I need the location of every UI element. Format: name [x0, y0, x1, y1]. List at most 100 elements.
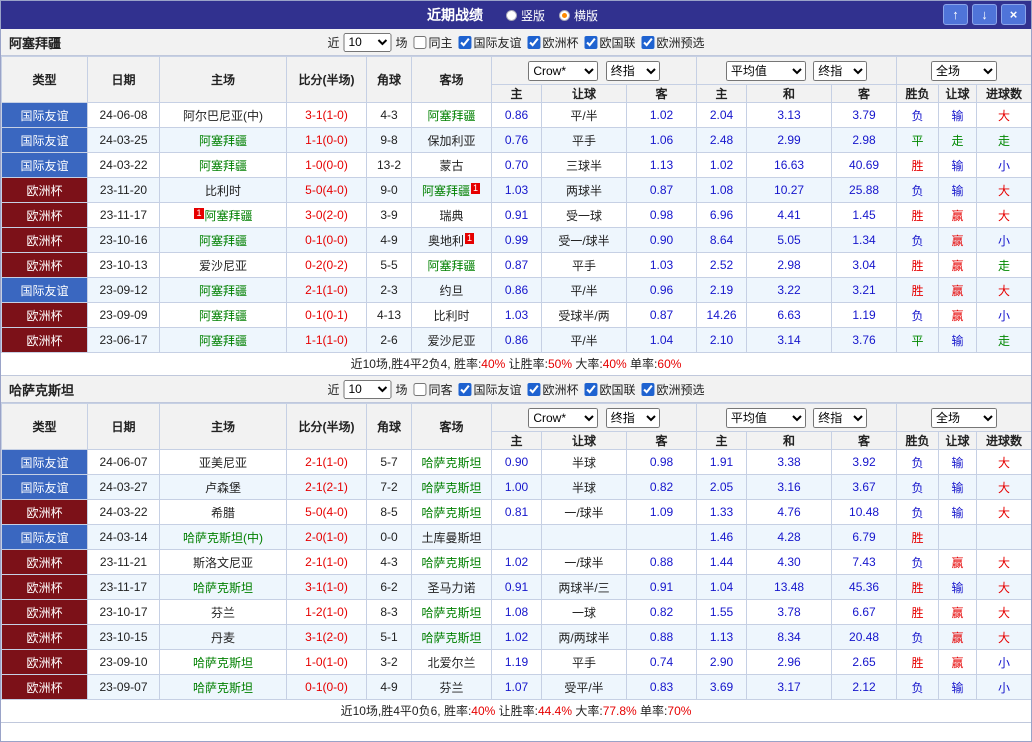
match-type-cell: 欧洲杯: [2, 650, 88, 675]
home-team-cell: 阿尔巴尼亚(中): [160, 103, 287, 128]
match-row: 欧洲杯23-10-13爱沙尼亚0-2(0-2)5-5阿塞拜疆0.87平手1.03…: [2, 253, 1032, 278]
league-checkbox-nations[interactable]: 欧国联: [585, 34, 636, 51]
match-date-cell: 23-09-10: [88, 650, 160, 675]
summary-label: 大率:: [572, 704, 603, 718]
league-checkbox-qualifiers[interactable]: 欧洲预选: [642, 34, 705, 51]
avg-final-select[interactable]: 终指: [813, 61, 867, 81]
red-card-badge: 1: [194, 208, 203, 219]
odds-home-cell: 0.86: [492, 278, 542, 303]
corner-cell: 5-5: [367, 253, 412, 278]
close-button[interactable]: ×: [1001, 4, 1026, 25]
odds-away-cell: 1.09: [627, 500, 697, 525]
match-type-cell: 欧洲杯: [2, 203, 88, 228]
same-venue-checkbox[interactable]: 同客: [413, 381, 452, 398]
layout-vertical-radio[interactable]: 竖版: [506, 7, 545, 24]
same-venue-checkbox[interactable]: 同主: [413, 34, 452, 51]
team-name: 芬兰: [439, 681, 463, 695]
league-nations-input[interactable]: [585, 383, 598, 396]
avg-draw-cell: 5.05: [747, 228, 832, 253]
avg-source-select[interactable]: 平均值: [726, 408, 806, 428]
league-checkbox-euro[interactable]: 欧洲杯: [528, 381, 579, 398]
match-date-cell: 24-03-22: [88, 500, 160, 525]
match-date-cell: 23-11-20: [88, 178, 160, 203]
odds-source-select[interactable]: Crow*: [528, 408, 598, 428]
league-checkbox-euro[interactable]: 欧洲杯: [528, 34, 579, 51]
league-checkbox-qualifiers[interactable]: 欧洲预选: [642, 381, 705, 398]
odds-final-select[interactable]: 终指: [606, 61, 660, 81]
handicap-cell: 半球: [542, 475, 627, 500]
summary-value: 44.4%: [538, 704, 572, 718]
result-goals-cell: [977, 525, 1032, 550]
team-name: 哈萨克斯坦: [421, 456, 481, 470]
scope-group-header: 全场: [897, 404, 1032, 432]
league-friendly-input[interactable]: [458, 383, 471, 396]
corner-cell: 8-3: [367, 600, 412, 625]
avg-source-select[interactable]: 平均值: [726, 61, 806, 81]
avg-away-cell: 3.92: [832, 450, 897, 475]
odds-source-select[interactable]: Crow*: [528, 61, 598, 81]
league-euro-input[interactable]: [528, 383, 541, 396]
avg-away-cell: 2.65: [832, 650, 897, 675]
scope-select[interactable]: 全场: [931, 408, 997, 428]
corner-cell: 3-9: [367, 203, 412, 228]
result-handicap-cell: 输: [939, 328, 977, 353]
league-qualifiers-input[interactable]: [642, 36, 655, 49]
team-name: 保加利亚: [427, 134, 475, 148]
match-row: 欧洲杯23-10-15丹麦3-1(2-0)5-1哈萨克斯坦1.02两/两球半0.…: [2, 625, 1032, 650]
titlebar-buttons: ↑ ↓ ×: [943, 4, 1026, 25]
avg-away-cell: 3.21: [832, 278, 897, 303]
score-cell: 1-1(1-0): [287, 328, 367, 353]
match-date-cell: 24-03-14: [88, 525, 160, 550]
match-count-select[interactable]: 10: [343, 33, 391, 52]
home-team-cell: 爱沙尼亚: [160, 253, 287, 278]
section-header: 哈萨克斯坦 近 10 场 同客 国际友谊 欧洲杯 欧国联 欧洲预选: [1, 376, 1031, 403]
subcol-odds-home: 主: [492, 432, 542, 450]
results-table-body: 国际友谊24-06-07亚美尼亚2-1(1-0)5-7哈萨克斯坦0.90半球0.…: [2, 450, 1032, 700]
team-name: 阿塞拜疆: [199, 234, 247, 248]
avg-home-cell: 2.05: [697, 475, 747, 500]
handicap-cell: 平手: [542, 128, 627, 153]
scope-select[interactable]: 全场: [931, 61, 997, 81]
match-row: 欧洲杯23-11-171阿塞拜疆3-0(2-0)3-9瑞典0.91受一球0.98…: [2, 203, 1032, 228]
score-cell: 3-1(1-0): [287, 575, 367, 600]
odds-home-cell: 0.91: [492, 203, 542, 228]
move-up-button[interactable]: ↑: [943, 4, 968, 25]
corner-cell: 7-2: [367, 475, 412, 500]
red-card-badge: 1: [465, 233, 474, 244]
handicap-cell: 平/半: [542, 328, 627, 353]
avg-final-select[interactable]: 终指: [813, 408, 867, 428]
league-qualifiers-input[interactable]: [642, 383, 655, 396]
match-row: 国际友谊23-09-12阿塞拜疆2-1(1-0)2-3约旦0.86平/半0.96…: [2, 278, 1032, 303]
result-goals-cell: 大: [977, 450, 1032, 475]
league-euro-input[interactable]: [528, 36, 541, 49]
league-checkbox-friendly[interactable]: 国际友谊: [458, 34, 521, 51]
league-checkbox-friendly[interactable]: 国际友谊: [458, 381, 521, 398]
odds-away-cell: 0.74: [627, 650, 697, 675]
recent-results-window: 近期战绩 竖版 横版 ↑ ↓ × 阿塞拜疆 近 10 场 同主 国际友谊 欧洲杯…: [0, 0, 1032, 742]
team-name: 阿塞拜疆: [199, 334, 247, 348]
away-team-cell: 保加利亚: [412, 128, 492, 153]
col-type: 类型: [2, 57, 88, 103]
result-goals-cell: 大: [977, 500, 1032, 525]
score-cell: 1-0(0-0): [287, 153, 367, 178]
match-row: 国际友谊24-03-14哈萨克斯坦(中)2-0(1-0)0-0土库曼斯坦1.46…: [2, 525, 1032, 550]
same-venue-input[interactable]: [413, 36, 426, 49]
layout-horizontal-radio[interactable]: 横版: [559, 7, 598, 24]
avg-away-cell: 3.67: [832, 475, 897, 500]
match-date-cell: 23-09-09: [88, 303, 160, 328]
match-row: 国际友谊24-06-07亚美尼亚2-1(1-0)5-7哈萨克斯坦0.90半球0.…: [2, 450, 1032, 475]
odds-final-select[interactable]: 终指: [606, 408, 660, 428]
away-team-cell: 比利时: [412, 303, 492, 328]
match-count-select[interactable]: 10: [343, 380, 391, 399]
match-date-cell: 23-11-17: [88, 203, 160, 228]
league-friendly-input[interactable]: [458, 36, 471, 49]
avg-draw-cell: 3.16: [747, 475, 832, 500]
move-down-button[interactable]: ↓: [972, 4, 997, 25]
col-away: 客场: [412, 404, 492, 450]
same-venue-input[interactable]: [413, 383, 426, 396]
team-name: 斯洛文尼亚: [193, 556, 253, 570]
odds-away-cell: [627, 525, 697, 550]
league-nations-input[interactable]: [585, 36, 598, 49]
avg-draw-cell: 2.99: [747, 128, 832, 153]
league-checkbox-nations[interactable]: 欧国联: [585, 381, 636, 398]
